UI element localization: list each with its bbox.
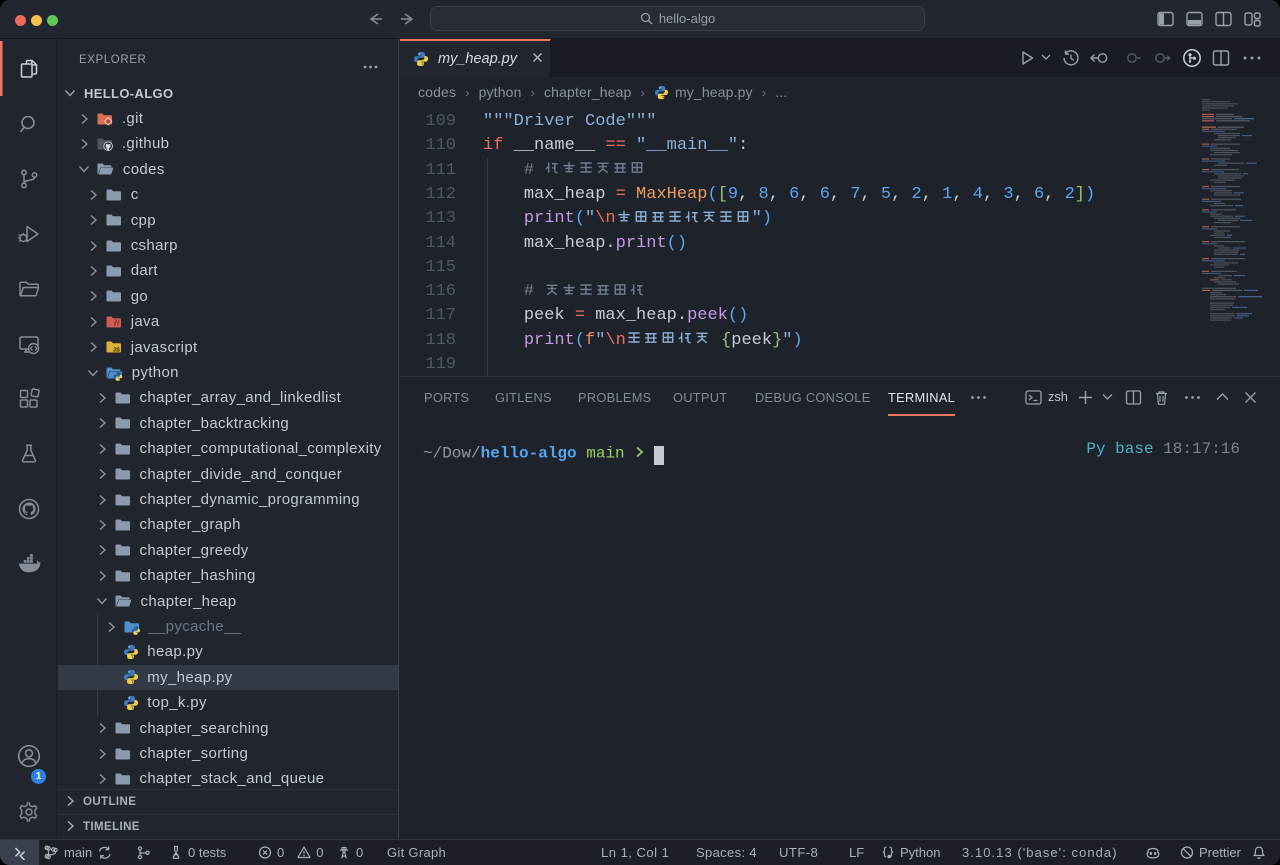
svg-text:JS: JS <box>113 348 120 354</box>
